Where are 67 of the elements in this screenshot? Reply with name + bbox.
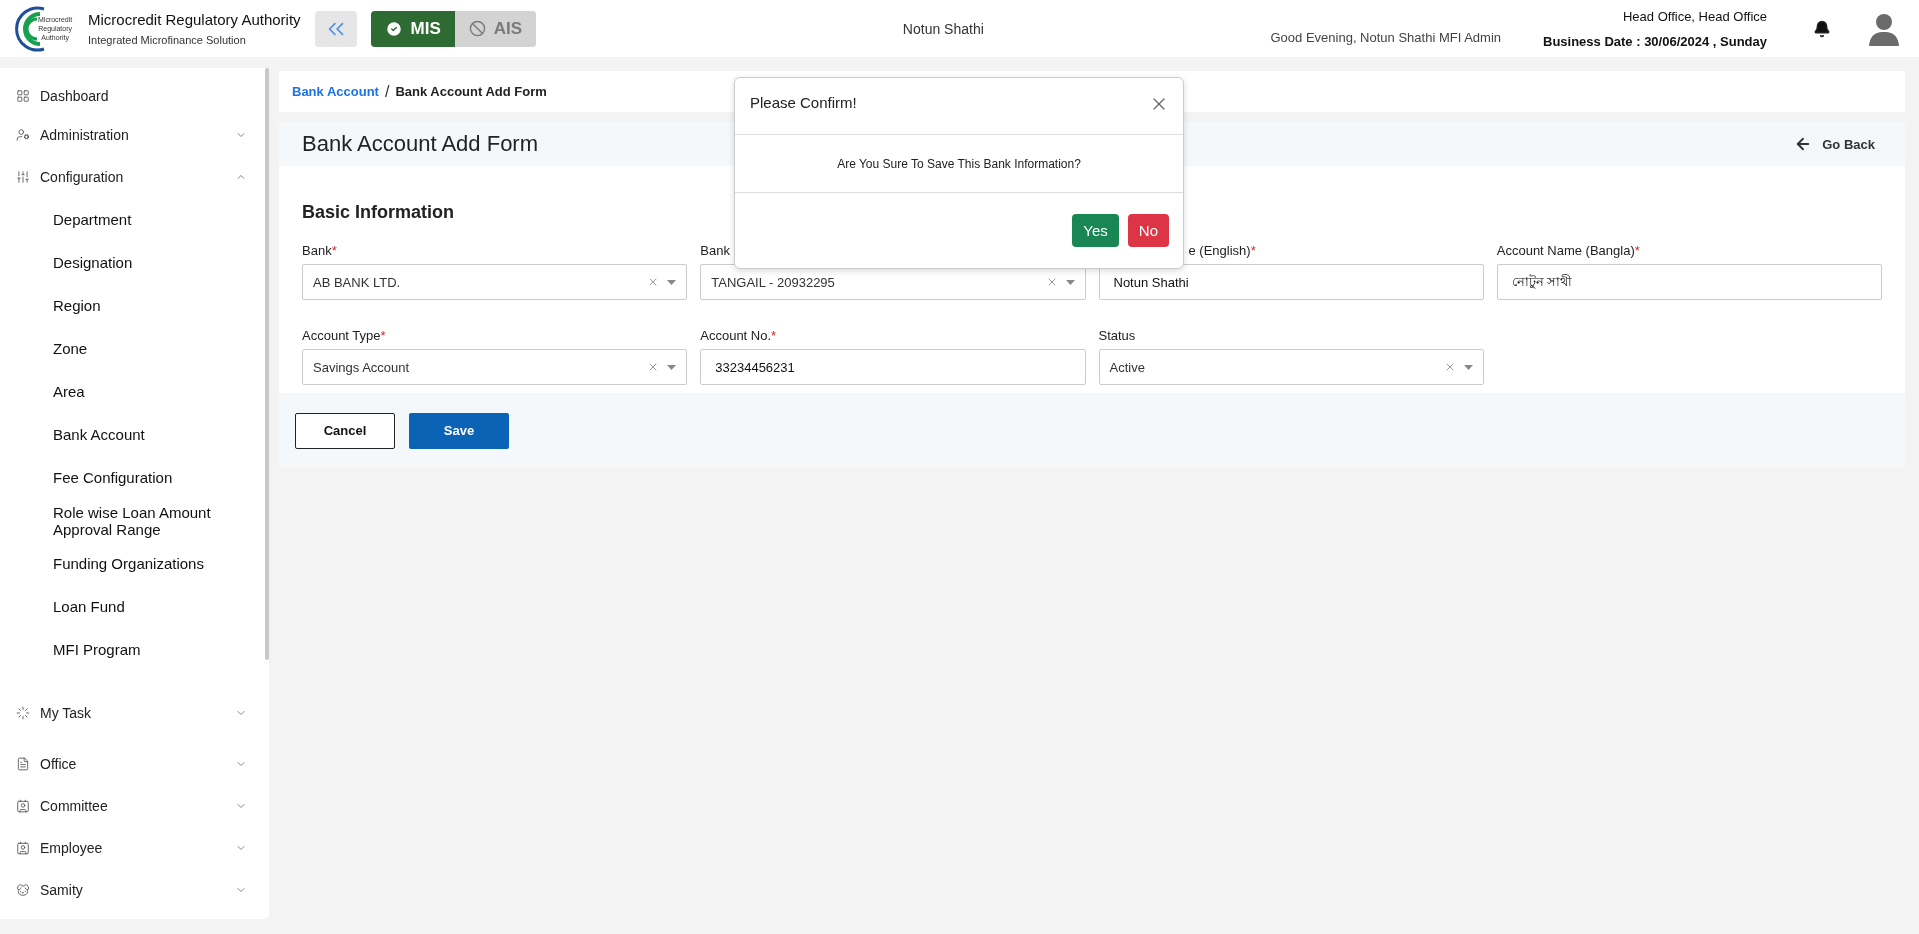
sidebar-item[interactable]: Office (0, 743, 269, 785)
field-label: Bank (700, 243, 731, 258)
sidebar-subitem[interactable]: Area (0, 370, 240, 413)
collapse-sidebar-button[interactable] (314, 10, 357, 47)
dropdown-caret-icon[interactable] (667, 364, 677, 370)
office-name: Head Office, Head Office (1622, 8, 1767, 24)
sidebar-item[interactable]: Samity (0, 869, 269, 911)
menu-icon (16, 706, 30, 720)
sidebar-item[interactable]: My Task (0, 683, 269, 743)
input-field[interactable]: 33234456231 (700, 349, 1086, 385)
module-tab[interactable]: MIS (370, 10, 455, 47)
field-label: e (English)* (1187, 243, 1257, 258)
sidebar-item[interactable]: Committee (0, 785, 269, 827)
field-label: Bank* (302, 243, 338, 258)
greeting-text: Good Evening, Notun Shathi MFI Admin (1270, 30, 1501, 45)
user-avatar-icon[interactable] (1869, 11, 1899, 46)
sidebar-subitem[interactable]: Zone (0, 327, 240, 370)
sidebar-subitem[interactable]: MFI Program (0, 628, 240, 671)
menu-icon (16, 89, 30, 103)
breadcrumb-link[interactable]: Bank Account (292, 84, 379, 99)
field-label: Account Type* (302, 328, 387, 343)
save-button[interactable]: Save (409, 412, 509, 449)
app-subtitle: Integrated Microfinance Solution (88, 34, 247, 46)
select-field[interactable]: Savings Account (302, 349, 688, 385)
breadcrumb-separator: / (384, 82, 390, 101)
sidebar-subitem[interactable]: Bank Account (0, 413, 240, 456)
organization-name: Notun Shathi (901, 20, 985, 37)
menu-icon (16, 883, 30, 897)
menu-icon (16, 170, 30, 184)
sidebar-subitem[interactable]: Designation (0, 241, 240, 284)
field-label: Account No.* (700, 328, 778, 343)
sidebar-subitem[interactable]: Loan Fund (0, 585, 240, 628)
field-label: Account Name (Bangla)* (1496, 243, 1641, 258)
dropdown-caret-icon[interactable] (1463, 364, 1473, 370)
cancel-button[interactable]: Cancel (295, 412, 395, 449)
menu-icon (16, 128, 30, 142)
select-field[interactable]: AB BANK LTD. (302, 264, 688, 300)
check-icon (384, 19, 403, 38)
dropdown-caret-icon[interactable] (667, 279, 677, 285)
sidebar-item[interactable]: Employee (0, 827, 269, 869)
breadcrumb-current-page[interactable]: Bank Account Add Form (395, 84, 547, 99)
section-heading: Basic Information (302, 202, 456, 223)
dropdown-caret-icon[interactable] (1065, 279, 1075, 285)
field-label: Status (1098, 328, 1137, 343)
menu-icon (16, 841, 30, 855)
sidebar-item[interactable]: Administration (0, 114, 269, 156)
no-button[interactable]: No (1127, 214, 1169, 247)
disabled-icon (468, 20, 486, 37)
select-field[interactable]: Active (1098, 349, 1484, 385)
sidebar-subitem[interactable]: Department (0, 198, 240, 241)
form-title: Bank Account Add Form (302, 131, 539, 157)
notification-bell-icon[interactable] (1813, 19, 1831, 38)
yes-button[interactable]: Yes (1072, 214, 1119, 247)
dialog-title: Please Confirm! (750, 94, 857, 113)
sidebar-item[interactable]: Configuration (0, 156, 269, 198)
menu-icon (16, 757, 30, 771)
sidebar-item[interactable]: Dashboard (0, 78, 269, 114)
menu-icon (16, 799, 30, 813)
sidebar-subitem[interactable]: Funding Organizations (0, 542, 240, 585)
sidebar-subitem[interactable]: Role wise Loan Amount Approval Range (0, 499, 240, 542)
app-title: Microcredit Regulatory Authority (88, 11, 301, 28)
input-field[interactable]: নোটুন সাথী (1496, 264, 1882, 300)
business-date: Business Date : 30/06/2024 , Sunday (1543, 33, 1767, 49)
dialog-message: Are You Sure To Save This Bank Information? (837, 156, 1081, 171)
sidebar-subitem[interactable]: Fee Configuration (0, 456, 240, 499)
sidebar-subitem[interactable]: Region (0, 284, 240, 327)
go-back-link[interactable]: Go Back (1794, 135, 1875, 153)
